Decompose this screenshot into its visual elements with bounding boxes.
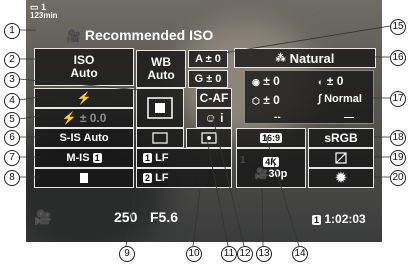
still-image-stabilizer[interactable]: S-IS Auto [34,128,134,148]
callout-9: 9 [119,246,135,262]
sharpness[interactable]: ◉ ± 0 [252,74,280,88]
callout-7: 7 [4,150,20,166]
single-frame-icon [80,173,88,183]
af-target-area[interactable] [136,88,184,128]
frame-icon [152,132,168,144]
wb-green-adjust[interactable]: G ± 0 [188,70,228,88]
callout-10: 10 [186,246,202,262]
callout-6: 6 [4,130,20,146]
movie-camera-icon: 🎥 [66,29,81,43]
highlight-shadow[interactable] [308,148,374,168]
callout-15: 15 [390,19,406,35]
remaining-time: 123min [30,11,58,20]
callout-1: 1 [4,23,20,39]
callout-3: 3 [4,72,20,88]
mode-title: 🎥 Recommended ISO [66,27,214,43]
contrast[interactable]: ◐ ± 0 [318,74,343,88]
metering-mode[interactable] [186,128,232,148]
callout-20: 20 [390,170,406,186]
picture-mode-setting[interactable]: ⁂ Natural [234,48,376,68]
saturation-icon: ⬡ [252,96,260,106]
picture-mode-icon: ⁂ [275,52,286,64]
callout-8: 8 [4,170,20,186]
metering-icon [201,132,217,144]
callout-17: 17 [390,91,406,107]
iso-setting[interactable]: ISO Auto [34,48,134,86]
video-quality[interactable]: 4K 🎥30p [236,148,306,188]
callout-4: 4 [4,93,20,109]
camera-live-view-screen: ▭ 1 123min 🎥 Recommended ISO ISO Auto WB A… [26,0,382,242]
callout-13: 13 [256,246,272,262]
record-time: 1 1:02:03 [312,212,366,226]
face-priority[interactable]: ☺ i [196,108,232,128]
wb-amber-adjust[interactable]: A ± 0 [188,50,228,68]
contrast-icon: ◐ [318,77,324,87]
drive-mode[interactable] [34,168,134,188]
af-grid-icon [147,97,173,119]
placeholder-dashes-2: — [344,112,354,123]
flash-mode[interactable]: ⚡ [34,88,134,108]
callout-2: 2 [4,52,20,68]
gradation-icon: ∫ [318,93,322,105]
af-mode[interactable]: C-AF [196,88,232,108]
movie-image-stabilizer[interactable]: M-IS 1 [34,148,134,168]
movie-mode-icon: 🎥 [34,209,52,225]
callout-12: 12 [237,246,253,262]
callout-11: 11 [221,246,237,262]
card-slot-2[interactable]: 2 LF [136,168,232,188]
shutter-speed: 250 [114,209,138,225]
gradation[interactable]: ∫ Normal [318,93,362,105]
gear-icon: ✹ [335,170,347,185]
callout-5: 5 [4,112,20,128]
callout-16: 16 [390,50,406,66]
color-space[interactable]: sRGB [308,128,374,148]
card-slot-1[interactable]: 1 LF [136,148,232,168]
callout-19: 19 [390,150,406,166]
callout-18: 18 [390,130,406,146]
white-balance-setting[interactable]: WB Auto [136,50,186,88]
settings-gear[interactable]: ✹ [308,168,374,188]
saturation[interactable]: ⬡ ± 0 [252,93,280,107]
aspect-ratio[interactable]: 16:9 [236,128,306,148]
sharpness-icon: ◉ [252,77,260,87]
placeholder-dashes-1: -- [274,112,281,123]
tone-curve-icon [335,152,347,164]
aperture: F5.6 [150,209,179,225]
movie-icon: 🎥 [254,167,269,180]
flash-compensation[interactable]: ⚡ ± 0.0 [34,108,134,128]
image-aspect-frame[interactable] [136,128,184,148]
callout-14: 14 [292,246,308,262]
